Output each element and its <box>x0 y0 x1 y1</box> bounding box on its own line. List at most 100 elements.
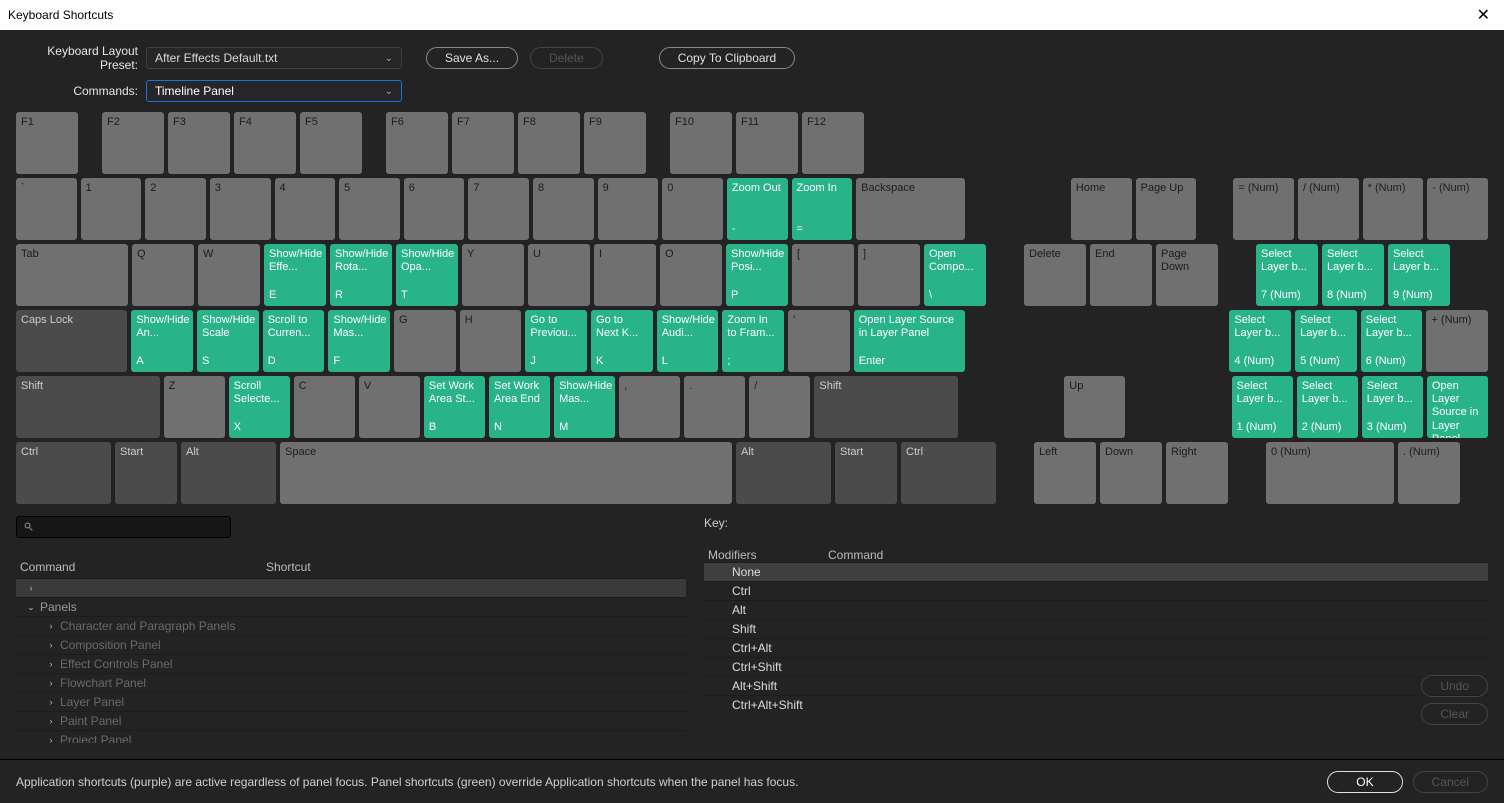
key-page-down[interactable]: Page Down <box>1156 244 1218 306</box>
key-m[interactable]: Show/Hide Mas...M <box>554 376 615 438</box>
key-f8[interactable]: F8 <box>518 112 580 174</box>
key-shift[interactable]: Shift <box>16 376 160 438</box>
key-ctrl[interactable]: Ctrl <box>901 442 996 504</box>
key-enter[interactable]: Open Layer Source in Layer PanelEnter <box>854 310 965 372</box>
key-7-num-[interactable]: Select Layer b...7 (Num) <box>1256 244 1318 306</box>
key-2[interactable]: 2 <box>145 178 206 240</box>
key-f12[interactable]: F12 <box>802 112 864 174</box>
key--[interactable]: ' <box>788 310 850 372</box>
tree-row[interactable]: ›Character and Paragraph Panels <box>16 616 686 635</box>
key--[interactable]: . <box>684 376 745 438</box>
copy-clipboard-button[interactable]: Copy To Clipboard <box>659 47 796 69</box>
key-t[interactable]: Show/Hide Opa...T <box>396 244 458 306</box>
key--num-[interactable]: = (Num) <box>1233 178 1294 240</box>
key-space[interactable]: Space <box>280 442 732 504</box>
key-d[interactable]: Scroll to Curren...D <box>263 310 325 372</box>
key-1-num-[interactable]: Select Layer b...1 (Num) <box>1232 376 1293 438</box>
tree-row[interactable]: ›Project Panel <box>16 730 686 743</box>
key-n[interactable]: Set Work Area EndN <box>489 376 550 438</box>
key--[interactable]: ] <box>858 244 920 306</box>
key-0-num-[interactable]: 0 (Num) <box>1266 442 1394 504</box>
key-a[interactable]: Show/Hide An...A <box>131 310 193 372</box>
key-k[interactable]: Go to Next K...K <box>591 310 653 372</box>
key--[interactable]: , <box>619 376 680 438</box>
modifiers-list[interactable]: NoneCtrlAltShiftCtrl+AltCtrl+ShiftAlt+Sh… <box>704 562 1488 714</box>
modifier-row[interactable]: Ctrl <box>704 581 1488 600</box>
key-start[interactable]: Start <box>115 442 177 504</box>
key--[interactable]: Zoom In to Fram...; <box>722 310 784 372</box>
key-alt[interactable]: Alt <box>736 442 831 504</box>
key-enter-num-[interactable]: Open Layer Source in Layer PanelEnter (N… <box>1427 376 1488 438</box>
key--[interactable]: [ <box>792 244 854 306</box>
key-backspace[interactable]: Backspace <box>856 178 965 240</box>
key--[interactable]: / <box>749 376 810 438</box>
key-5[interactable]: 5 <box>339 178 400 240</box>
key-page-up[interactable]: Page Up <box>1136 178 1197 240</box>
key-u[interactable]: U <box>528 244 590 306</box>
ok-button[interactable]: OK <box>1327 771 1402 793</box>
key-start[interactable]: Start <box>835 442 897 504</box>
key-caps-lock[interactable]: Caps Lock <box>16 310 127 372</box>
key-f11[interactable]: F11 <box>736 112 798 174</box>
key-0[interactable]: 0 <box>662 178 723 240</box>
modifier-row[interactable]: None <box>704 562 1488 581</box>
key-3[interactable]: 3 <box>210 178 271 240</box>
modifier-row[interactable]: Shift <box>704 619 1488 638</box>
commands-select[interactable]: Timeline Panel ⌄ <box>146 80 402 102</box>
key-j[interactable]: Go to Previou...J <box>525 310 587 372</box>
modifier-row[interactable]: Ctrl+Shift <box>704 657 1488 676</box>
key-v[interactable]: V <box>359 376 420 438</box>
key-4-num-[interactable]: Select Layer b...4 (Num) <box>1229 310 1291 372</box>
key-f4[interactable]: F4 <box>234 112 296 174</box>
key--[interactable]: ` <box>16 178 77 240</box>
key-r[interactable]: Show/Hide Rota...R <box>330 244 392 306</box>
key-f7[interactable]: F7 <box>452 112 514 174</box>
key--[interactable]: Zoom Out- <box>727 178 788 240</box>
tree-row[interactable]: ›Layer Panel <box>16 692 686 711</box>
key-f3[interactable]: F3 <box>168 112 230 174</box>
key-p[interactable]: Show/Hide Posi...P <box>726 244 788 306</box>
key-home[interactable]: Home <box>1071 178 1132 240</box>
tree-row[interactable]: › <box>16 578 686 597</box>
tree-row[interactable]: ›Effect Controls Panel <box>16 654 686 673</box>
key-up[interactable]: Up <box>1064 376 1125 438</box>
key-c[interactable]: C <box>294 376 355 438</box>
key-delete[interactable]: Delete <box>1024 244 1086 306</box>
modifier-row[interactable]: Alt <box>704 600 1488 619</box>
preset-select[interactable]: After Effects Default.txt ⌄ <box>146 47 402 69</box>
key-i[interactable]: I <box>594 244 656 306</box>
key-z[interactable]: Z <box>164 376 225 438</box>
tree-row[interactable]: ›Flowchart Panel <box>16 673 686 692</box>
key-9-num-[interactable]: Select Layer b...9 (Num) <box>1388 244 1450 306</box>
key-3-num-[interactable]: Select Layer b...3 (Num) <box>1362 376 1423 438</box>
key--num-[interactable]: / (Num) <box>1298 178 1359 240</box>
key-s[interactable]: Show/Hide ScaleS <box>197 310 259 372</box>
key-f6[interactable]: F6 <box>386 112 448 174</box>
key-end[interactable]: End <box>1090 244 1152 306</box>
search-input[interactable] <box>16 516 231 538</box>
modifier-row[interactable]: Ctrl+Alt+Shift <box>704 695 1488 714</box>
key--[interactable]: Zoom In= <box>792 178 853 240</box>
key-q[interactable]: Q <box>132 244 194 306</box>
key-8-num-[interactable]: Select Layer b...8 (Num) <box>1322 244 1384 306</box>
key-7[interactable]: 7 <box>468 178 529 240</box>
tree-row[interactable]: ⌄Panels <box>16 597 686 616</box>
modifier-row[interactable]: Ctrl+Alt <box>704 638 1488 657</box>
key-f2[interactable]: F2 <box>102 112 164 174</box>
key-right[interactable]: Right <box>1166 442 1228 504</box>
save-as-button[interactable]: Save As... <box>426 47 518 69</box>
key-b[interactable]: Set Work Area St...B <box>424 376 485 438</box>
key-w[interactable]: W <box>198 244 260 306</box>
key-f[interactable]: Show/Hide Mas...F <box>328 310 390 372</box>
tree-row[interactable]: ›Composition Panel <box>16 635 686 654</box>
key-o[interactable]: O <box>660 244 722 306</box>
key-tab[interactable]: Tab <box>16 244 128 306</box>
key-x[interactable]: Scroll Selecte...X <box>229 376 290 438</box>
key-1[interactable]: 1 <box>81 178 142 240</box>
key-ctrl[interactable]: Ctrl <box>16 442 111 504</box>
key-8[interactable]: 8 <box>533 178 594 240</box>
key-4[interactable]: 4 <box>275 178 336 240</box>
key--num-[interactable]: - (Num) <box>1427 178 1488 240</box>
key-alt[interactable]: Alt <box>181 442 276 504</box>
key-f9[interactable]: F9 <box>584 112 646 174</box>
